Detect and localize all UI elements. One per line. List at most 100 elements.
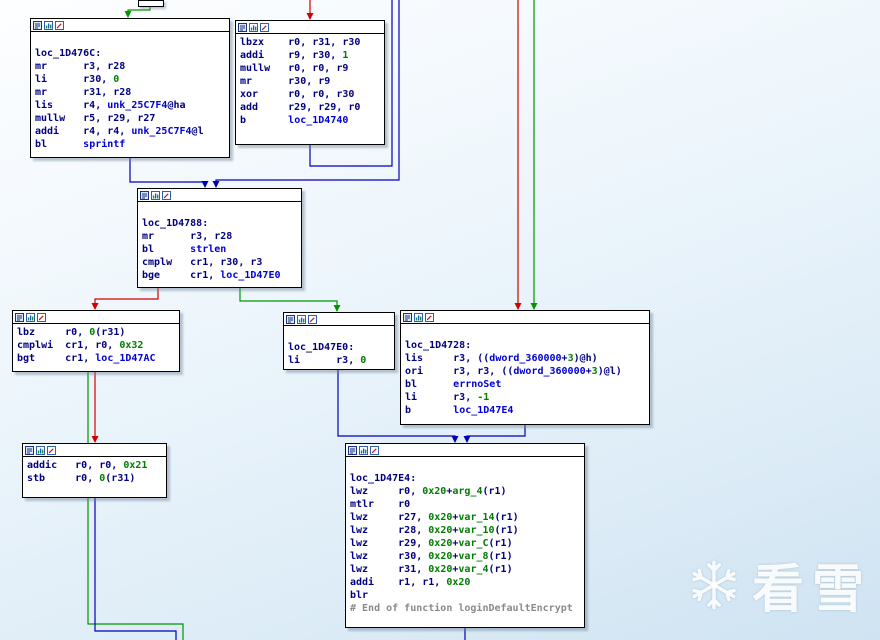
node-title-bar[interactable]: [31, 19, 229, 32]
asm-line[interactable]: mullw r5, r29, r27: [35, 112, 225, 125]
asm-line[interactable]: [288, 328, 390, 341]
node-chart-icon[interactable]: [249, 22, 258, 32]
asm-line[interactable]: bgt cr1, loc_1D47AC: [17, 352, 175, 365]
asm-segment: var_14: [458, 512, 495, 523]
asm-line[interactable]: loc_1D4788:: [142, 217, 297, 230]
asm-line[interactable]: cmplwi cr1, r0, 0x32: [17, 339, 175, 352]
node-edit-icon[interactable]: [425, 312, 434, 322]
asm-line[interactable]: bl strlen: [142, 243, 297, 256]
asm-line[interactable]: loc_1D47E0:: [288, 341, 390, 354]
asm-line[interactable]: b loc_1D47E4: [405, 404, 645, 417]
node-encrypt-store[interactable]: addic r0, r0, 0x21 stb r0, 0(r31): [22, 443, 167, 498]
asm-segment: loc_1D47AC: [95, 353, 156, 364]
node-loc_1D476C[interactable]: loc_1D476C: mr r3, r28 li r30, 0 mr r31, r2…: [30, 18, 230, 158]
node-chart-icon[interactable]: [36, 445, 45, 455]
asm-line[interactable]: lwz r29, 0x20+var_C(r1): [350, 537, 580, 550]
asm-segment: 0: [113, 74, 120, 85]
asm-line[interactable]: addic r0, r0, 0x21: [27, 459, 162, 472]
node-chart-icon[interactable]: [44, 20, 53, 30]
node-edit-icon[interactable]: [260, 22, 269, 32]
node-title-bar[interactable]: [23, 444, 166, 457]
asm-line[interactable]: lis r3, ((dword_360000+3)@h): [405, 352, 645, 365]
node-loc_1D47E0[interactable]: loc_1D47E0: li r3, 0: [283, 312, 395, 370]
asm-line[interactable]: xor r0, r0, r30: [240, 88, 380, 101]
node-collapse-icon[interactable]: [403, 312, 412, 322]
asm-line[interactable]: lwz r28, 0x20+var_10(r1): [350, 524, 580, 537]
node-collapse-icon[interactable]: [238, 22, 247, 32]
asm-line[interactable]: loc_1D4728:: [405, 339, 645, 352]
asm-line[interactable]: li r3, 0: [288, 354, 390, 367]
asm-line[interactable]: bl sprintf: [35, 138, 225, 151]
asm-line[interactable]: bl errnoSet: [405, 378, 645, 391]
asm-line[interactable]: mtlr r0: [350, 498, 580, 511]
node-chart-icon[interactable]: [359, 445, 368, 455]
asm-segment: blr: [350, 590, 369, 601]
asm-line[interactable]: lbzx r0, r31, r30: [240, 36, 380, 49]
asm-line[interactable]: mr r3, r28: [35, 60, 225, 73]
node-loop-body[interactable]: lbzx r0, r31, r30 addi r9, r30, 1 mullw r0…: [235, 20, 385, 145]
node-title-bar[interactable]: [284, 313, 394, 326]
asm-line[interactable]: li r3, -1: [405, 391, 645, 404]
node-edit-icon[interactable]: [308, 314, 317, 324]
asm-line[interactable]: bge cr1, loc_1D47E0: [142, 269, 297, 282]
node-edit-icon[interactable]: [370, 445, 379, 455]
asm-line[interactable]: addi r1, r1, 0x20: [350, 576, 580, 589]
node-collapse-icon[interactable]: [286, 314, 295, 324]
node-collapse-icon[interactable]: [25, 445, 34, 455]
node-edit-icon[interactable]: [47, 445, 56, 455]
node-chart-icon[interactable]: [297, 314, 306, 324]
asm-line[interactable]: lwz r27, 0x20+var_14(r1): [350, 511, 580, 524]
node-title-bar[interactable]: [138, 189, 301, 202]
asm-line[interactable]: lis r4, unk_25C7F4@ha: [35, 99, 225, 112]
node-edit-icon[interactable]: [37, 312, 46, 322]
node-chart-icon[interactable]: [26, 312, 35, 322]
node-chart-icon[interactable]: [151, 190, 160, 200]
asm-line[interactable]: ori r3, r3, ((dword_360000+3)@l): [405, 365, 645, 378]
asm-line[interactable]: stb r0, 0(r31): [27, 472, 162, 485]
node-loc_1D47E4[interactable]: loc_1D47E4: lwz r0, 0x20+arg_4(r1) mtlr r0…: [345, 443, 585, 628]
asm-line[interactable]: li r30, 0: [35, 73, 225, 86]
node-edit-icon[interactable]: [55, 20, 64, 30]
asm-line[interactable]: lwz r30, 0x20+var_8(r1): [350, 550, 580, 563]
asm-line[interactable]: [35, 34, 225, 47]
asm-line[interactable]: mullw r0, r0, r9: [240, 62, 380, 75]
asm-line[interactable]: [405, 326, 645, 339]
node-collapse-icon[interactable]: [33, 20, 42, 30]
node-title-bar[interactable]: [401, 311, 649, 324]
asm-line[interactable]: blr: [350, 589, 580, 602]
asm-line[interactable]: b loc_1D4740: [240, 114, 380, 127]
node-chart-icon[interactable]: [414, 312, 423, 322]
node-loc_1D4728[interactable]: loc_1D4728: lis r3, ((dword_360000+3)@h) o…: [400, 310, 650, 425]
node-title-bar[interactable]: [236, 21, 384, 34]
asm-line[interactable]: lbz r0, 0(r31): [17, 326, 175, 339]
asm-segment: mullw r5, r29, r27: [35, 113, 156, 124]
asm-line[interactable]: loc_1D476C:: [35, 47, 225, 60]
asm-line[interactable]: cmplw cr1, r30, r3: [142, 256, 297, 269]
partial-node-top-stub[interactable]: [138, 0, 164, 7]
node-loc_1D4788[interactable]: loc_1D4788: mr r3, r28 bl strlen cmplw cr1,…: [137, 188, 302, 288]
asm-line[interactable]: lwz r0, 0x20+arg_4(r1): [350, 485, 580, 498]
asm-line[interactable]: [350, 459, 580, 472]
asm-line[interactable]: addi r4, r4, unk_25C7F4@l: [35, 125, 225, 138]
graph-canvas[interactable]: loc_1D476C: mr r3, r28 li r30, 0 mr r31, r2…: [0, 0, 880, 640]
node-edit-icon[interactable]: [162, 190, 171, 200]
asm-segment: dword_360000: [513, 366, 586, 377]
asm-line[interactable]: addi r9, r30, 1: [240, 49, 380, 62]
node-collapse-icon[interactable]: [140, 190, 149, 200]
asm-segment: 0x20: [428, 564, 453, 575]
node-title-bar[interactable]: [13, 311, 179, 324]
asm-line[interactable]: add r29, r29, r0: [240, 101, 380, 114]
node-char-test[interactable]: lbz r0, 0(r31) cmplwi cr1, r0, 0x32 bgt cr…: [12, 310, 180, 372]
node-title-bar[interactable]: [346, 444, 584, 457]
asm-line[interactable]: [142, 204, 297, 217]
asm-line[interactable]: mr r30, r9: [240, 75, 380, 88]
asm-line[interactable]: mr r31, r28: [35, 86, 225, 99]
asm-segment: 0x20: [428, 551, 453, 562]
asm-line[interactable]: lwz r31, 0x20+var_4(r1): [350, 563, 580, 576]
node-collapse-icon[interactable]: [15, 312, 24, 322]
asm-line[interactable]: # End of function loginDefaultEncrypt: [350, 602, 580, 615]
asm-line[interactable]: loc_1D47E4:: [350, 472, 580, 485]
node-collapse-icon[interactable]: [348, 445, 357, 455]
asm-segment: errnoSet: [453, 379, 502, 390]
asm-line[interactable]: mr r3, r28: [142, 230, 297, 243]
